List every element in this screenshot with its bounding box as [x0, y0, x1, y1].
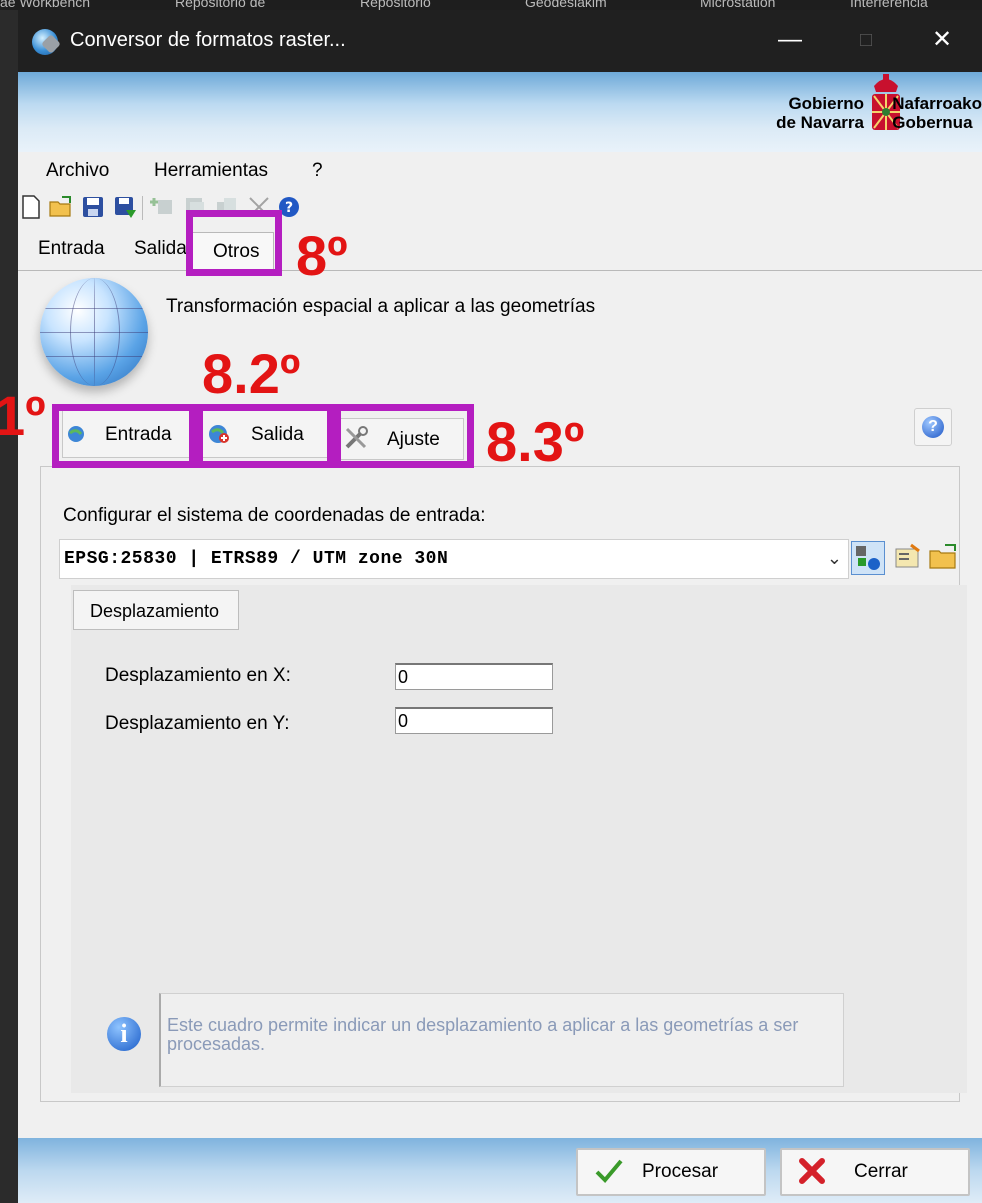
tab-desplazamiento[interactable]: Desplazamiento	[73, 590, 239, 630]
help-icon: ?	[922, 416, 944, 438]
annotation-8-2: 8.2º	[202, 342, 301, 405]
menu-bar: Archivo Herramientas ?	[18, 152, 982, 188]
menu-archivo[interactable]: Archivo	[46, 160, 109, 182]
logo-text-es: Gobierno de Navarra	[776, 94, 864, 132]
shift-x-label: Desplazamiento en X:	[105, 665, 291, 686]
section-help-button[interactable]: ?	[914, 408, 952, 446]
header-banner: Gobierno de Navarra Nafarroako Gobernua	[18, 72, 982, 152]
info-text: Este cuadro permite indicar un desplazam…	[167, 1015, 799, 1054]
tab-salida[interactable]: Salida	[134, 238, 187, 260]
close-button[interactable]: Cerrar	[780, 1148, 970, 1196]
save-icon[interactable]	[80, 194, 106, 220]
logo-line: Nafarroako	[892, 94, 982, 113]
bg-text: Geodesiakim	[525, 0, 607, 10]
close-window-button[interactable]: ✕	[922, 22, 962, 58]
select-crs-icon[interactable]	[851, 541, 885, 575]
properties-icon[interactable]	[891, 541, 923, 573]
annotation-8-3: 8.3º	[486, 410, 585, 473]
app-window: Conversor de formatos raster... — □ ✕ Go…	[18, 10, 982, 1203]
menu-herramientas[interactable]: Herramientas	[154, 160, 268, 182]
toolbar-separator	[142, 196, 143, 220]
save-as-icon[interactable]	[112, 194, 138, 220]
bg-text: Repositorio de	[175, 0, 266, 10]
open-folder-icon[interactable]	[48, 194, 74, 220]
crs-select[interactable]: EPSG:25830 | ETRS89 / UTM zone 30N ⌄	[59, 539, 849, 579]
section-title: Transformación espacial a aplicar a las …	[166, 296, 596, 317]
menu-help[interactable]: ?	[312, 160, 323, 182]
logo-text-eu: Nafarroako Gobernua	[892, 94, 982, 132]
bg-text: Interferencia	[850, 0, 928, 10]
svg-text:?: ?	[285, 200, 293, 216]
annotation-8: 8º	[296, 224, 348, 287]
process-label: Procesar	[642, 1161, 719, 1182]
config-label: Configurar el sistema de coordenadas de …	[63, 505, 486, 526]
shift-y-input[interactable]: 0	[395, 707, 553, 734]
shift-y-label: Desplazamiento en Y:	[105, 713, 290, 734]
info-icon: i	[107, 1017, 141, 1051]
annotation-box-otros	[186, 210, 282, 276]
annotation-box-entrada	[52, 404, 196, 468]
main-tabs: Entrada Salida Otros	[18, 228, 982, 273]
footer-bar: Procesar Cerrar	[18, 1138, 982, 1203]
close-icon	[799, 1158, 825, 1184]
transform-panel: Configurar el sistema de coordenadas de …	[40, 466, 967, 1102]
close-label: Cerrar	[854, 1161, 908, 1182]
bg-text: ae Workbench	[0, 0, 91, 10]
logo-line: de Navarra	[776, 113, 864, 132]
background-strip: ae Workbench Repositorio de Repositorio …	[0, 0, 982, 10]
open-folder-icon[interactable]	[927, 541, 959, 573]
checkmark-icon	[595, 1159, 623, 1183]
shift-x-input[interactable]: 0	[395, 663, 553, 690]
minimize-button[interactable]: —	[770, 22, 810, 58]
globe-icon	[40, 278, 148, 386]
bg-text: Repositorio	[360, 0, 431, 10]
annotation-box-ajuste	[334, 404, 474, 468]
app-icon	[32, 29, 58, 55]
process-button[interactable]: Procesar	[576, 1148, 766, 1196]
window-title: Conversor de formatos raster...	[70, 29, 346, 51]
shift-x-value: 0	[398, 667, 409, 687]
toolbar: ?	[18, 190, 982, 226]
shift-y-value: 0	[398, 711, 409, 731]
crs-value: EPSG:25830 | ETRS89 / UTM zone 30N	[64, 549, 449, 569]
tab-desplazamiento-label: Desplazamiento	[90, 601, 220, 621]
new-file-icon[interactable]	[18, 194, 44, 220]
bg-text: Microstation	[700, 0, 776, 10]
add-item-icon[interactable]	[150, 194, 176, 220]
chevron-down-icon: ⌄	[826, 548, 842, 568]
info-box: Este cuadro permite indicar un desplazam…	[159, 993, 844, 1087]
tab-entrada[interactable]: Entrada	[38, 238, 105, 260]
annotation-1: 1º	[0, 384, 46, 447]
logo-line: Gobernua	[892, 113, 973, 132]
logo-line: Gobierno	[788, 94, 864, 113]
maximize-button[interactable]: □	[846, 22, 886, 58]
annotation-box-salida	[196, 404, 334, 468]
title-bar[interactable]: Conversor de formatos raster... — □ ✕	[18, 10, 982, 72]
